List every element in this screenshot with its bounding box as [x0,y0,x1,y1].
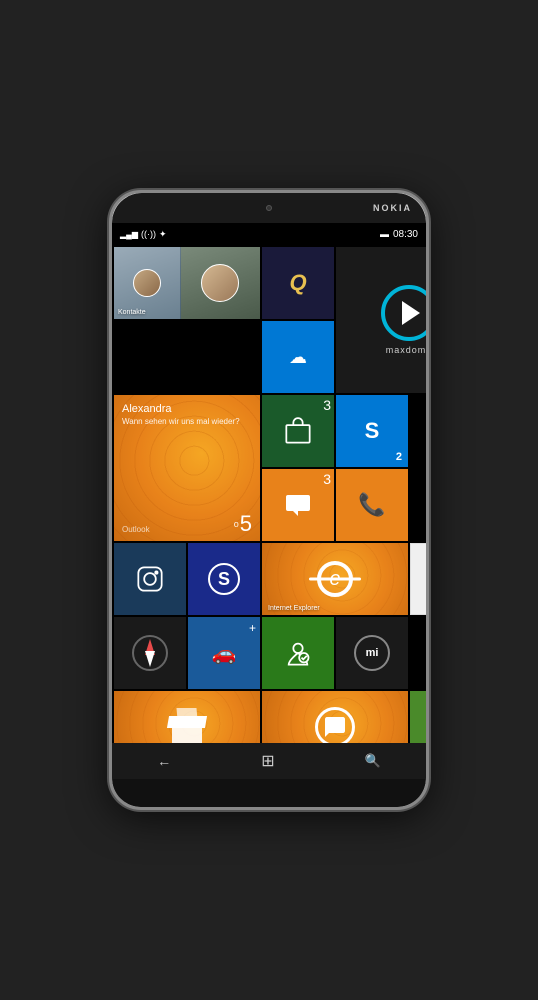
kontakte-label: Kontakte [118,309,146,316]
home-button[interactable]: ⊞ [261,751,274,771]
tile-car[interactable]: 🚗 + [188,617,260,689]
back-button[interactable]: ← [157,753,171,769]
camera-dot [266,205,272,211]
tile-instagram[interactable] [114,543,186,615]
status-bar: ▂▄▆ ((·)) ✦ ▬ 08:30 [112,223,426,245]
messages-badge: 3 [323,471,331,487]
tiles-area: Kontakte Q ☁ maxdome [112,245,426,743]
tile-row-4: 🚗 + mi [114,617,424,689]
tile-outlook[interactable]: Alexandra Wann sehen wir uns mal wieder?… [114,395,260,541]
phone-nav: ← ⊞ 🔍 [112,743,426,779]
tile-row-5: Speicheroptimierung WhatsApp [114,691,424,743]
wifi-icon: ((·)) [141,229,156,239]
search-button[interactable]: 🔍 [365,753,381,769]
status-right: ▬ 08:30 [380,229,418,240]
tile-miband[interactable]: mi [336,617,408,689]
phone-bottom-bar [112,779,426,807]
tile-maxdome[interactable]: maxdome [336,247,426,393]
outlook-contact-name: Alexandra [122,403,252,415]
tile-phone[interactable]: 📞 [336,469,408,541]
phone-top-bar: NOKIA [112,193,426,223]
tile-store[interactable]: 3 [262,395,334,467]
miband-label: mi [366,647,379,659]
time-display: 08:30 [393,229,418,240]
tile-row-3: S e Internet Explorer [114,543,424,615]
brand-label: NOKIA [373,203,412,213]
tile-quizup[interactable]: Q [262,247,334,319]
tile-storage[interactable]: Speicheroptimierung [114,691,260,743]
battery-icon: ▬ [380,229,389,239]
signal-icon: ▂▄▆ [120,230,138,239]
status-left: ▂▄▆ ((·)) ✦ [120,229,167,240]
ie-label: Internet Explorer [268,605,320,612]
outlook-message: Wann sehen wir uns mal wieder? [122,417,252,426]
tile-compass[interactable] [114,617,186,689]
tile-games[interactable]: Spiele [410,691,426,743]
tile-ie[interactable]: e Internet Explorer [262,543,408,615]
outlook-badge: 5 [240,511,252,537]
maxdome-label: maxdome [386,345,426,355]
tile-whatsapp[interactable]: WhatsApp [262,691,408,743]
tile-geocaching[interactable] [262,617,334,689]
screen: ▂▄▆ ((·)) ✦ ▬ 08:30 [112,223,426,743]
tile-row-2: Alexandra Wann sehen wir uns mal wieder?… [114,395,424,541]
tile-kontakte[interactable]: Kontakte [114,247,260,319]
tile-onedrive[interactable]: ☁ [262,321,334,393]
tile-skype[interactable]: S 2 [336,395,408,467]
tile-messages[interactable]: 3 [262,469,334,541]
tile-row-1: Kontakte Q ☁ maxdome [114,247,424,393]
bluetooth-icon: ✦ [159,229,167,240]
tile-lufthansa[interactable]: ✈ [410,543,426,615]
tile-shazam[interactable]: S [188,543,260,615]
store-badge: 3 [323,397,331,413]
phone-device: NOKIA ▂▄▆ ((·)) ✦ ▬ 08:30 [109,190,429,810]
outlook-label: Outlook [122,525,150,534]
